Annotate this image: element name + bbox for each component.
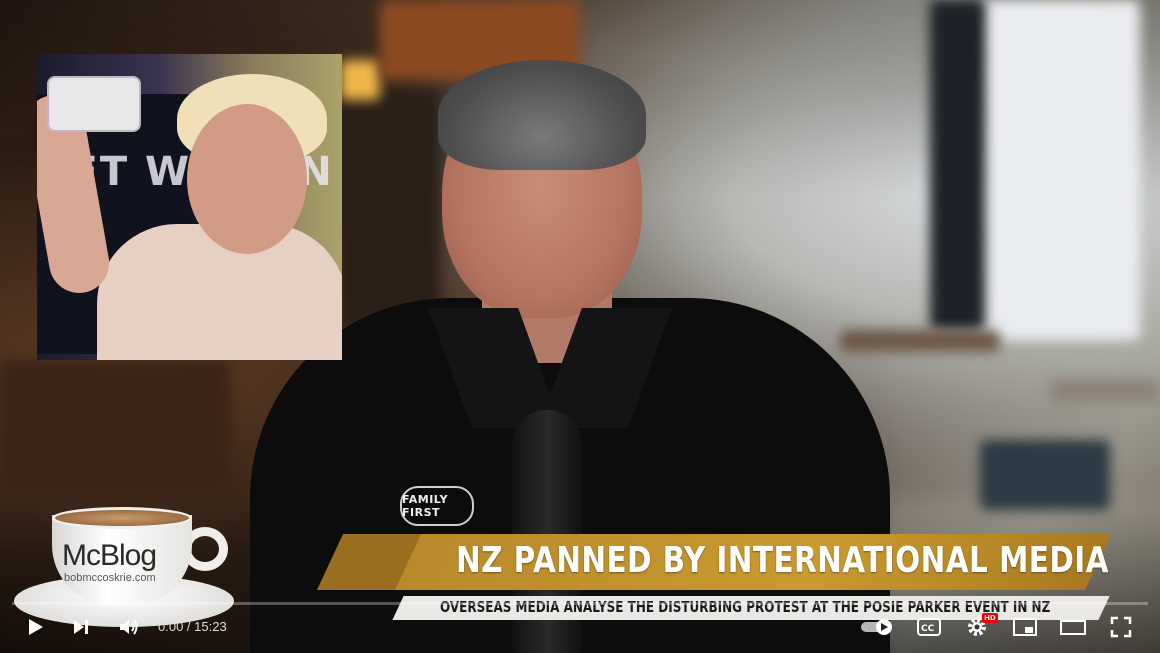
captions-icon: CC — [917, 618, 941, 636]
progress-bar[interactable] — [12, 602, 1148, 605]
mug-brand-text: McBlog — [62, 539, 157, 572]
miniplayer-icon — [1013, 618, 1037, 636]
fullscreen-button[interactable] — [1106, 612, 1136, 642]
presenter-hair — [438, 60, 646, 170]
time-display: 0:00 / 15:23 — [158, 619, 227, 634]
autoplay-toggle-icon — [861, 619, 892, 635]
captions-button[interactable]: CC — [914, 612, 944, 642]
theater-mode-icon — [1060, 620, 1086, 635]
background-chair — [980, 440, 1110, 510]
duration: 15:23 — [194, 619, 227, 634]
headline-text: NZ PANNED BY INTERNATIONAL MEDIA — [456, 540, 1109, 581]
time-separator: / — [183, 619, 195, 634]
play-button[interactable] — [20, 612, 50, 642]
phone-image — [47, 76, 141, 132]
current-time: 0:00 — [158, 619, 184, 634]
coffee-surface — [52, 507, 192, 529]
volume-button[interactable] — [114, 612, 144, 642]
miniplayer-button[interactable] — [1010, 612, 1040, 642]
player-controls: 0:00 / 15:23 CC HD — [0, 596, 1160, 653]
background-curtain — [930, 0, 985, 330]
next-button[interactable] — [66, 612, 96, 642]
fullscreen-icon — [1110, 616, 1132, 638]
volume-icon — [120, 619, 138, 635]
mug-url-text: bobmccoskrie.com — [64, 572, 156, 584]
inset-photo: LET WOMEN — [37, 54, 342, 360]
background-chair — [0, 360, 230, 490]
background-window — [980, 0, 1140, 340]
theater-mode-button[interactable] — [1058, 612, 1088, 642]
background-table — [1050, 380, 1160, 402]
next-icon — [74, 620, 88, 634]
video-player[interactable]: FAMILY FIRST LET WOMEN McBlog bobmccoskr… — [0, 0, 1160, 653]
hd-badge: HD — [982, 613, 998, 623]
svg-text:CC: CC — [921, 624, 935, 634]
shirt-logo: FAMILY FIRST — [400, 486, 474, 526]
play-icon — [29, 619, 43, 635]
woman-head — [187, 104, 307, 254]
autoplay-toggle[interactable] — [860, 612, 896, 642]
